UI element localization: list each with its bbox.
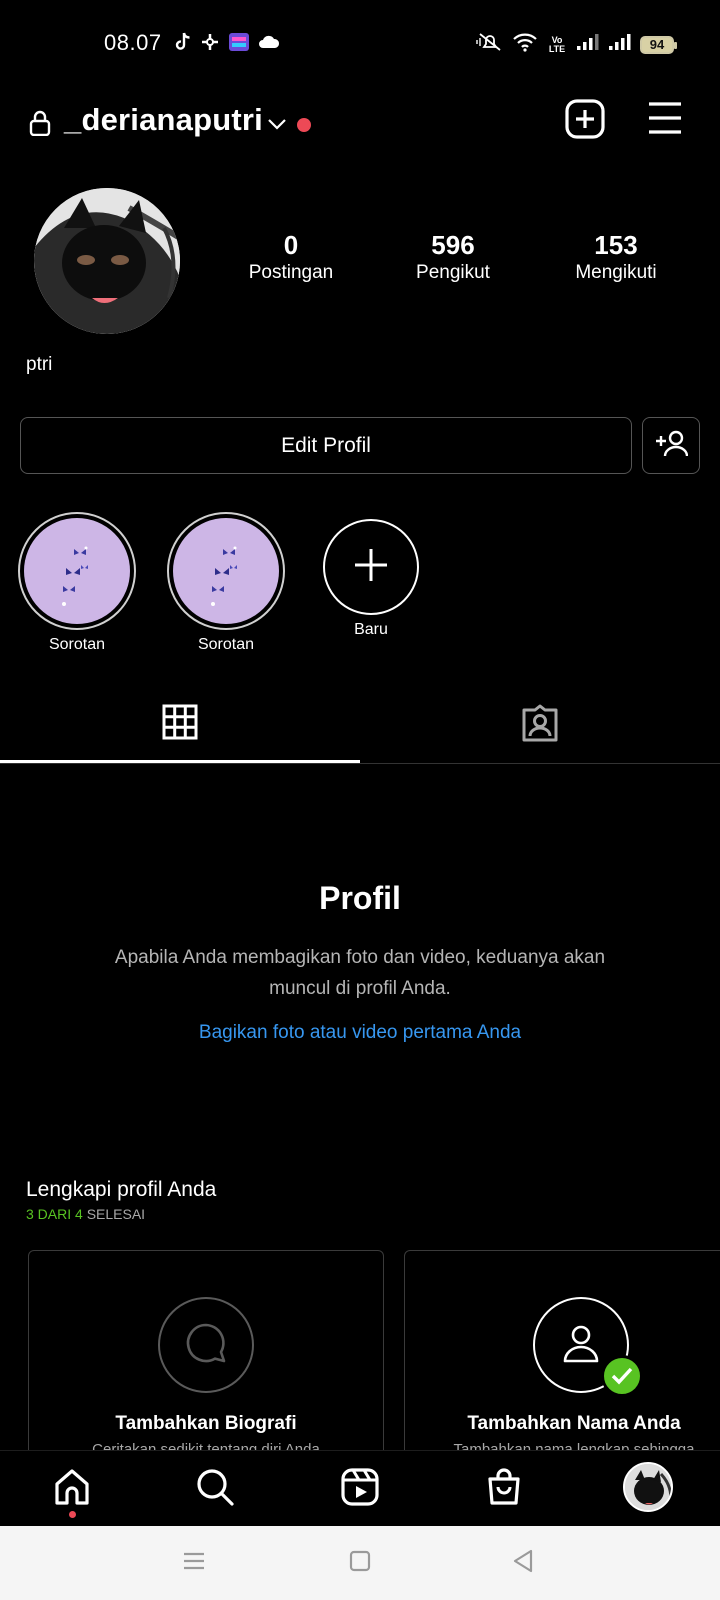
notification-dot (297, 118, 311, 132)
edit-profile-button[interactable]: Edit Profil (20, 417, 632, 474)
volte-indicator: Vo LTE (548, 34, 566, 54)
home-square-button[interactable] (345, 1548, 375, 1578)
display-name: ptri (26, 354, 53, 375)
tab-tagged[interactable] (360, 700, 720, 764)
highlight-label: Sorotan (197, 636, 255, 653)
empty-state-text: Apabila Anda membagikan foto dan video, … (114, 947, 606, 999)
stat-following-value: 153 (594, 230, 638, 260)
lock-icon (28, 110, 52, 137)
status-system-icons: Vo LTE 94 (476, 32, 677, 57)
new-highlight-button[interactable]: Baru (323, 519, 419, 639)
username[interactable]: _derianaputri (64, 102, 263, 138)
profile-avatar[interactable] (34, 188, 180, 334)
pinwheel-icon (200, 32, 220, 57)
battery-indicator: 94 (640, 35, 677, 54)
highlight-cover (18, 512, 136, 630)
stat-followers[interactable]: 596 Pengikut (378, 230, 528, 284)
speech-bubble-icon (184, 1321, 228, 1370)
add-user-icon (654, 429, 689, 462)
active-tab-indicator (0, 760, 360, 763)
bio-icon-circle (158, 1297, 254, 1393)
share-first-post-link[interactable]: Bagikan foto atau video pertama Anda (0, 1022, 720, 1044)
signal-icon-1 (576, 33, 600, 56)
progress-count: 3 DARI 4 (26, 1206, 83, 1222)
person-icon (559, 1321, 603, 1370)
status-bar: 08.07 Vo LTE 94 (0, 0, 720, 90)
nav-reels[interactable] (336, 1465, 384, 1513)
nav-home-dot (69, 1511, 76, 1518)
nav-profile[interactable] (622, 1461, 674, 1513)
nav-home[interactable] (48, 1465, 96, 1513)
stat-followers-label: Pengikut (416, 262, 490, 283)
stat-posts[interactable]: 0 Postingan (216, 230, 366, 284)
status-app-icons (174, 32, 280, 57)
discover-people-button[interactable] (642, 417, 700, 474)
mute-icon (476, 32, 504, 57)
new-highlight-label: Baru (354, 621, 388, 638)
recents-button[interactable] (179, 1548, 209, 1578)
wifi-icon (512, 32, 538, 57)
highlight-cover (167, 512, 285, 630)
home-square-icon (349, 1550, 371, 1577)
reels-icon (340, 1467, 380, 1512)
nav-shop[interactable] (480, 1465, 528, 1513)
highlight-item[interactable]: Sorotan (166, 512, 286, 654)
system-nav-bar (0, 1526, 720, 1600)
plus-icon (353, 547, 389, 588)
profile-tabs (0, 700, 720, 764)
butterfly-icon (211, 546, 237, 606)
profile-header: _derianaputri (0, 96, 720, 152)
home-icon (52, 1467, 92, 1512)
nav-search[interactable] (191, 1465, 239, 1513)
menu-icon[interactable] (647, 101, 683, 135)
grid-icon (162, 704, 198, 745)
status-time: 08.07 (104, 30, 162, 55)
add-name-card[interactable]: Tambahkan Nama Anda Tambahkan nama lengk… (404, 1250, 720, 1470)
app-badge-icon (228, 32, 250, 57)
profile-avatar-small (623, 1462, 673, 1512)
completed-check-icon (601, 1355, 643, 1397)
card-title: Tambahkan Nama Anda (467, 1413, 681, 1434)
empty-state-title: Profil (319, 880, 401, 916)
stat-posts-label: Postingan (248, 262, 334, 283)
add-post-icon[interactable] (565, 99, 605, 139)
highlight-item[interactable]: Sorotan (17, 512, 137, 654)
stat-following-label: Mengikuti (575, 262, 657, 283)
progress-label: SELESAI (86, 1206, 146, 1222)
chevron-down-icon[interactable] (266, 116, 288, 132)
stat-posts-value: 0 (283, 230, 299, 260)
butterfly-icon (62, 546, 88, 606)
signal-icon-2 (608, 33, 632, 56)
recents-icon (182, 1551, 206, 1576)
tiktok-icon (174, 32, 192, 57)
new-highlight-circle (323, 519, 419, 615)
back-icon (511, 1549, 535, 1578)
complete-profile-progress: 3 DARI 4 SELESAI (26, 1206, 145, 1222)
tab-posts-grid[interactable] (0, 700, 360, 764)
stat-following[interactable]: 153 Mengikuti (541, 230, 691, 284)
search-icon (195, 1467, 235, 1512)
bottom-nav (0, 1450, 720, 1526)
stat-followers-value: 596 (431, 230, 475, 260)
shop-icon (484, 1467, 524, 1512)
highlight-label: Sorotan (48, 636, 106, 653)
card-title: Tambahkan Biografi (115, 1413, 297, 1434)
complete-profile-title: Lengkapi profil Anda (26, 1178, 217, 1201)
tagged-icon (521, 704, 559, 747)
add-bio-card[interactable]: Tambahkan Biografi Ceritakan sedikit ten… (28, 1250, 384, 1470)
cloud-icon (258, 34, 280, 55)
back-button[interactable] (508, 1548, 538, 1578)
